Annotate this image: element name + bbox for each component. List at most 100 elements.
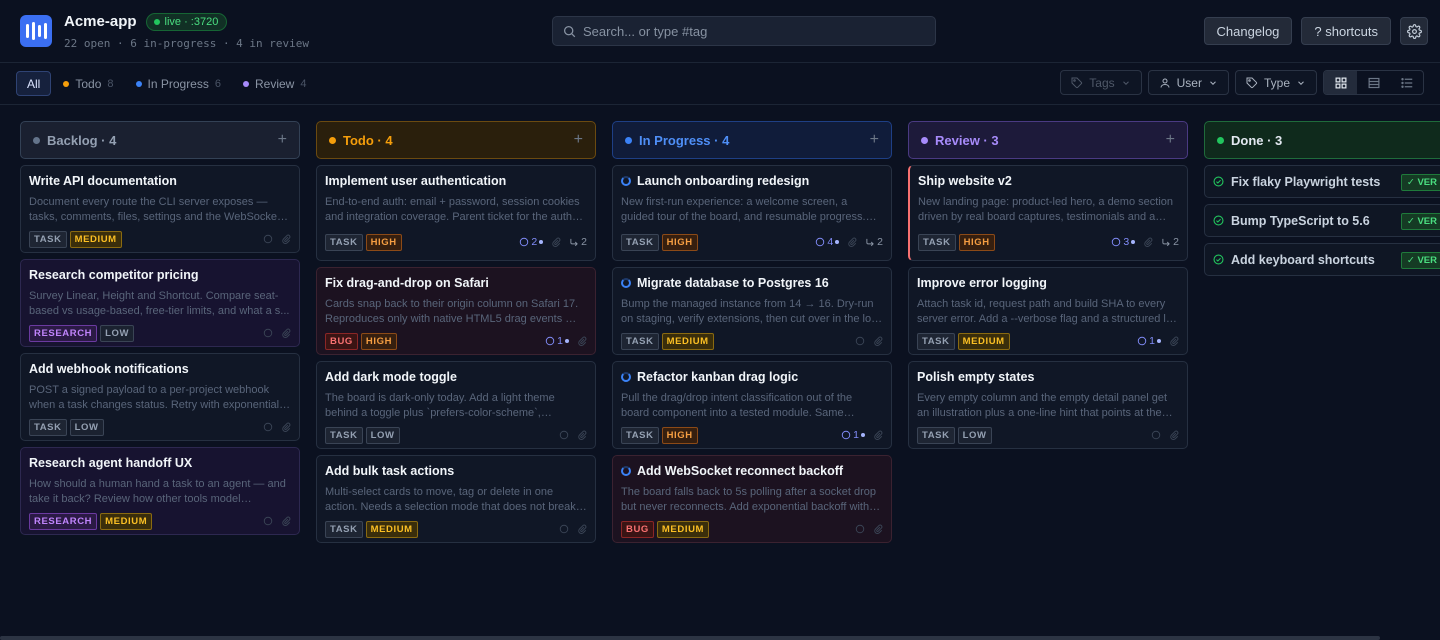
card-meta: TASK MEDIUM	[621, 332, 883, 350]
task-card[interactable]: Add bulk task actions Multi-select cards…	[316, 455, 596, 543]
priority-tag: HIGH	[958, 233, 995, 251]
task-card[interactable]: Polish empty states Every empty column a…	[908, 361, 1188, 449]
task-card[interactable]: Add dark mode toggle The board is dark-o…	[316, 361, 596, 449]
gear-icon	[1406, 23, 1422, 39]
task-card[interactable]: Fix drag-and-drop on Safari Cards snap b…	[316, 267, 596, 355]
horizontal-scrollbar[interactable]	[0, 636, 1380, 640]
in-progress-spinner-icon	[621, 466, 631, 476]
tags-filter-button[interactable]: Tags	[1060, 70, 1142, 95]
priority-tag: LOW	[69, 418, 104, 436]
subtask-count-value: 2	[877, 236, 883, 248]
comment-count: 2	[519, 236, 544, 248]
in-progress-spinner-icon	[621, 278, 631, 288]
filter-tab-all[interactable]: All	[16, 71, 52, 96]
column-todo: Todo · 4 + Implement user authentication…	[316, 121, 596, 549]
attachment-icon	[281, 516, 291, 526]
priority-tag: LOW	[957, 426, 992, 444]
task-card[interactable]: Refactor kanban drag logic Pull the drag…	[612, 361, 892, 449]
type-tag: TASK	[621, 332, 659, 350]
filter-tab-count: 6	[214, 77, 221, 90]
priority-tag: HIGH	[661, 233, 698, 251]
kanban-board: Backlog · 4 + Write API documentation Do…	[20, 121, 1440, 549]
task-card[interactable]: Research agent handoff UX How should a h…	[20, 447, 300, 535]
search-box[interactable]	[552, 16, 936, 46]
task-card[interactable]: Write API documentation Document every r…	[20, 165, 300, 253]
card-meta: RESEARCH LOW	[29, 324, 291, 342]
column-title: Todo · 4	[343, 132, 393, 148]
filter-tab-in-progress[interactable]: In Progress 6	[126, 71, 231, 96]
app-logo	[20, 15, 52, 47]
comment-icon	[855, 524, 865, 534]
unread-dot-icon	[565, 339, 569, 343]
task-card[interactable]: Ship website v2 New landing page: produc…	[908, 165, 1188, 261]
comment-icon	[545, 336, 555, 346]
task-card[interactable]: Implement user authentication End-to-end…	[316, 165, 596, 261]
search-input[interactable]	[583, 23, 923, 39]
table-view-button[interactable]	[1357, 71, 1390, 94]
task-card[interactable]: Migrate database to Postgres 16 Bump the…	[612, 267, 892, 355]
comment-icon	[1151, 430, 1161, 440]
filter-tab-todo[interactable]: Todo 8	[53, 71, 123, 96]
attachment-icon	[873, 524, 883, 534]
card-title: Research agent handoff UX	[29, 456, 193, 470]
card-title: Improve error logging	[917, 276, 1047, 290]
comment-count-value: 4	[827, 236, 834, 248]
list-icon	[1400, 77, 1412, 88]
filter-tab-review[interactable]: Review 4	[233, 71, 316, 96]
type-tag: TASK	[325, 520, 363, 538]
column-header-review: Review · 3 +	[908, 121, 1188, 159]
comment-count: 3	[1111, 236, 1136, 248]
user-filter-button[interactable]: User	[1147, 70, 1229, 95]
type-filter-label: Type	[1263, 75, 1290, 90]
priority-tag: MEDIUM	[69, 230, 122, 248]
live-badge-label: live · :3720	[164, 15, 219, 28]
column-backlog: Backlog · 4 + Write API documentation Do…	[20, 121, 300, 549]
in-progress-spinner-icon	[621, 372, 631, 382]
changelog-button[interactable]: Changelog	[1203, 17, 1293, 45]
comment-icon	[559, 524, 569, 534]
card-title: Add webhook notifications	[29, 362, 189, 376]
brand: Acme-app live · :3720 22 open · 6 in-pro…	[64, 12, 310, 50]
card-title: Migrate database to Postgres 16	[637, 276, 829, 290]
card-title: Add dark mode toggle	[325, 370, 457, 384]
priority-tag: MEDIUM	[661, 332, 714, 350]
task-card[interactable]: Improve error logging Attach task id, re…	[908, 267, 1188, 355]
type-filter-button[interactable]: Type	[1234, 70, 1317, 95]
shortcuts-button[interactable]: ? shortcuts	[1301, 17, 1391, 45]
type-tag: TASK	[917, 426, 955, 444]
attachment-icon	[551, 237, 561, 247]
add-card-button[interactable]: +	[870, 131, 879, 149]
unread-dot-icon	[1157, 339, 1161, 343]
type-tag: TASK	[918, 233, 956, 251]
review-dot-icon	[242, 80, 249, 87]
card-description: Pull the drag/drop intent classification…	[621, 392, 853, 419]
subtask-count: 2	[1161, 236, 1179, 248]
add-card-button[interactable]: +	[278, 131, 287, 149]
type-tag: TASK	[29, 418, 67, 436]
done-card[interactable]: Fix flaky Playwright tests ✓ VER	[1204, 165, 1440, 198]
card-title: Ship website v2	[918, 174, 1012, 188]
view-switcher	[1323, 70, 1424, 95]
subtask-count-value: 2	[581, 236, 587, 248]
card-title: Write API documentation	[29, 174, 177, 188]
settings-button[interactable]	[1400, 17, 1428, 45]
card-meta: TASK HIGH 4 2	[621, 233, 883, 251]
task-counts: 22 open · 6 in-progress · 4 in review	[64, 36, 310, 50]
priority-tag: HIGH	[365, 233, 402, 251]
board-view-button[interactable]	[1324, 71, 1357, 94]
add-card-button[interactable]: +	[574, 131, 583, 149]
card-title: Fix drag-and-drop on Safari	[325, 276, 489, 290]
add-card-button[interactable]: +	[1166, 131, 1175, 149]
comment-count-value: 1	[1149, 335, 1155, 347]
list-view-button[interactable]	[1390, 71, 1423, 94]
done-card[interactable]: Bump TypeScript to 5.6 ✓ VER	[1204, 204, 1440, 237]
tag-icon	[1246, 77, 1258, 88]
card-meta: TASK MEDIUM	[29, 230, 291, 248]
done-card[interactable]: Add keyboard shortcuts ✓ VER	[1204, 243, 1440, 276]
task-card[interactable]: Launch onboarding redesign New first-run…	[612, 165, 892, 261]
table-icon	[1368, 77, 1379, 88]
task-card[interactable]: Add WebSocket reconnect backoff The boar…	[612, 455, 892, 543]
attachment-icon	[1169, 336, 1179, 346]
task-card[interactable]: Research competitor pricing Survey Linea…	[20, 259, 300, 347]
task-card[interactable]: Add webhook notifications POST a signed …	[20, 353, 300, 441]
